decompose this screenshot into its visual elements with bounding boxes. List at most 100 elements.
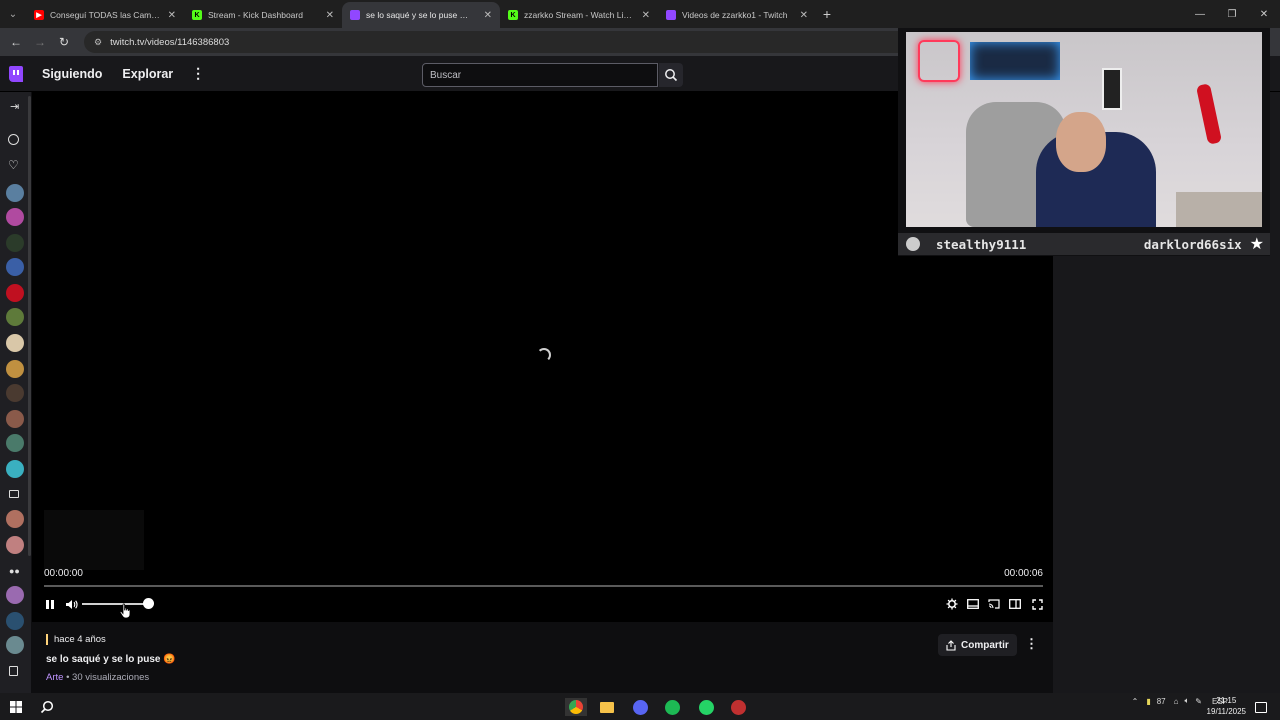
wall-shelf bbox=[970, 42, 1060, 80]
notifications-icon[interactable] bbox=[1252, 698, 1270, 716]
theatre-mode-button[interactable] bbox=[965, 597, 981, 611]
forward-icon[interactable]: → bbox=[28, 35, 52, 49]
camera-icon[interactable] bbox=[9, 490, 19, 498]
reload-icon[interactable]: ↻ bbox=[52, 35, 76, 49]
mic-icon[interactable]: ✎ bbox=[1195, 697, 1202, 706]
channel-avatar[interactable] bbox=[6, 612, 24, 630]
channel-avatar[interactable] bbox=[6, 308, 24, 326]
video-meta: Arte • 30 visualizaciones bbox=[46, 672, 149, 683]
cast-button[interactable] bbox=[986, 597, 1002, 611]
recommended-icon[interactable] bbox=[8, 134, 19, 145]
taskbar-search-icon[interactable] bbox=[38, 698, 56, 716]
close-tab-icon[interactable]: ✕ bbox=[642, 10, 650, 21]
right-username: darklord66six bbox=[1143, 236, 1242, 252]
mouse-cursor-icon bbox=[119, 603, 131, 619]
share-button[interactable]: Compartir bbox=[938, 634, 1017, 656]
tab-title: Videos de zzarkko1 - Twitch bbox=[682, 10, 788, 20]
browser-tab-1[interactable]: K Stream - Kick Dashboard ✕ bbox=[184, 2, 342, 28]
browser-tab-0[interactable]: ▶ Conseguí TODAS las Camisetas ✕ bbox=[26, 2, 184, 28]
twitch-logo-icon[interactable] bbox=[9, 65, 23, 82]
copy-icon[interactable] bbox=[9, 666, 18, 676]
more-options-icon[interactable]: ⋮ bbox=[191, 65, 205, 82]
channel-avatar[interactable] bbox=[6, 384, 24, 402]
search-button[interactable] bbox=[659, 63, 683, 87]
nav-following-link[interactable]: Siguiendo bbox=[42, 67, 102, 81]
browser-tab-3[interactable]: K zzarkko Stream - Watch Live on Kick ✕ bbox=[500, 2, 658, 28]
desk bbox=[1176, 192, 1262, 227]
kick-icon: K bbox=[192, 10, 202, 20]
tab-title: Conseguí TODAS las Camisetas bbox=[50, 10, 162, 20]
channel-avatar[interactable] bbox=[6, 434, 24, 452]
channel-avatar[interactable] bbox=[6, 636, 24, 654]
back-icon[interactable]: ← bbox=[4, 35, 28, 49]
discord-icon[interactable] bbox=[631, 698, 649, 716]
channel-avatar[interactable] bbox=[6, 234, 24, 252]
channel-avatar[interactable] bbox=[6, 586, 24, 604]
volume-slider[interactable] bbox=[82, 603, 149, 605]
new-tab-button[interactable]: + bbox=[816, 6, 838, 22]
close-tab-icon[interactable]: ✕ bbox=[800, 10, 808, 21]
pause-button[interactable] bbox=[42, 597, 58, 611]
battery-icon[interactable]: ▮ bbox=[1146, 697, 1150, 706]
network-icon[interactable]: ⌂ bbox=[1174, 697, 1179, 706]
url-field[interactable]: ⚙ twitch.tv/videos/1146386803 bbox=[84, 31, 964, 53]
whatsapp-icon[interactable] bbox=[697, 698, 715, 716]
tab-search-chevron-icon[interactable]: ⌄ bbox=[0, 0, 26, 28]
file-explorer-icon[interactable] bbox=[598, 698, 616, 716]
close-tab-icon[interactable]: ✕ bbox=[326, 10, 334, 21]
webcam-overlay: stealthy9111 darklord66six ★ bbox=[898, 28, 1270, 256]
close-tab-icon[interactable]: ✕ bbox=[168, 10, 176, 21]
video-title: se lo saqué y se lo puse 😡 bbox=[46, 654, 176, 665]
tab-title: zzarkko Stream - Watch Live on Kick bbox=[524, 10, 636, 20]
mute-button[interactable] bbox=[63, 597, 79, 611]
channel-avatar[interactable] bbox=[6, 284, 24, 302]
chevron-up-icon[interactable]: ⌃ bbox=[1132, 697, 1139, 706]
clock-date: 19/11/2025 bbox=[1206, 707, 1246, 716]
nav-explore-link[interactable]: Explorar bbox=[122, 67, 173, 81]
video-overlay-shadow bbox=[44, 510, 144, 570]
category-link[interactable]: Arte bbox=[46, 672, 63, 683]
chrome-icon[interactable] bbox=[565, 698, 587, 716]
chrome-profile-icon[interactable] bbox=[729, 698, 747, 716]
user-avatar-icon bbox=[906, 237, 920, 251]
sidebar-toggle-button[interactable] bbox=[1007, 597, 1023, 611]
windows-start-icon[interactable] bbox=[7, 698, 25, 716]
minimize-icon[interactable]: — bbox=[1184, 0, 1216, 28]
channel-avatar[interactable] bbox=[6, 360, 24, 378]
tab-title: se lo saqué y se lo puse 😡 - Twitch bbox=[366, 9, 478, 20]
channel-avatar[interactable] bbox=[6, 510, 24, 528]
twitch-icon bbox=[350, 10, 360, 20]
maximize-icon[interactable]: ❐ bbox=[1216, 0, 1248, 28]
close-tab-icon[interactable]: ✕ bbox=[484, 10, 492, 21]
neon-sign bbox=[918, 40, 960, 82]
browser-tab-4[interactable]: Videos de zzarkko1 - Twitch ✕ bbox=[658, 2, 816, 28]
channel-avatar[interactable] bbox=[6, 208, 24, 226]
channel-avatar[interactable] bbox=[6, 184, 24, 202]
tab-title: Stream - Kick Dashboard bbox=[208, 10, 303, 20]
search-input[interactable]: Buscar bbox=[422, 63, 658, 87]
microphone bbox=[1195, 83, 1223, 145]
seek-bar[interactable] bbox=[44, 585, 1043, 587]
channel-avatar[interactable] bbox=[6, 410, 24, 428]
more-options-icon[interactable]: ⋮ bbox=[1025, 636, 1038, 652]
mask-icon[interactable]: ●● bbox=[9, 566, 20, 576]
channel-avatar[interactable] bbox=[6, 460, 24, 478]
gear-icon bbox=[946, 598, 958, 610]
channel-avatar[interactable] bbox=[6, 536, 24, 554]
close-window-icon[interactable]: ✕ bbox=[1248, 0, 1280, 28]
taskbar-clock[interactable]: 21:15 19/11/2025 bbox=[1207, 695, 1246, 717]
fullscreen-button[interactable] bbox=[1029, 597, 1045, 611]
browser-tab-2[interactable]: se lo saqué y se lo puse 😡 - Twitch ✕ bbox=[342, 2, 500, 28]
speaker-icon[interactable]: 🔈︎ bbox=[1184, 696, 1189, 706]
share-icon bbox=[946, 639, 956, 651]
settings-button[interactable] bbox=[944, 597, 960, 611]
heart-icon[interactable]: ♡ bbox=[8, 158, 19, 172]
volume-slider-handle[interactable] bbox=[143, 598, 155, 609]
channel-avatar[interactable] bbox=[6, 258, 24, 276]
view-count: • 30 visualizaciones bbox=[66, 672, 150, 683]
sidebar-scrollbar[interactable] bbox=[28, 96, 31, 556]
spotify-icon[interactable] bbox=[663, 698, 681, 716]
channel-avatar[interactable] bbox=[6, 334, 24, 352]
site-info-icon[interactable]: ⚙ bbox=[94, 37, 102, 48]
expand-sidebar-icon[interactable]: ⇥ bbox=[10, 100, 19, 113]
